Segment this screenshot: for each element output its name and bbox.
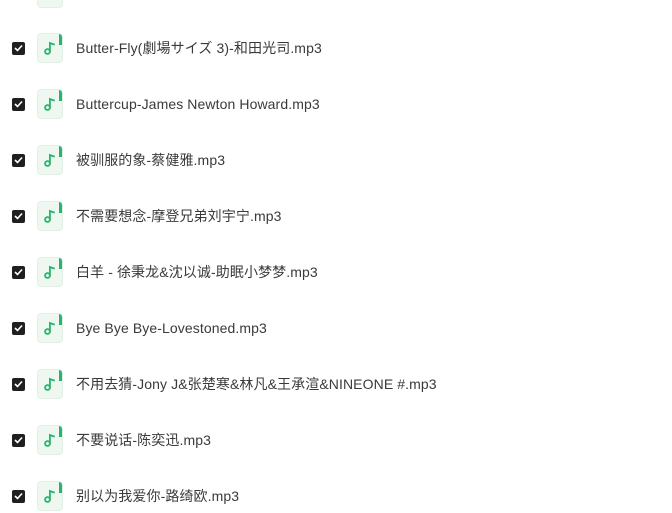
file-name: 不用去猜-Jony J&张楚寒&林凡&王承渲&NINEONE #.mp3 xyxy=(76,376,437,392)
file-list: Butter-Fly(劇場サイズ 3)-和田光司.mp3 Buttercup-J… xyxy=(0,0,672,513)
checkbox-checked[interactable] xyxy=(12,97,25,111)
list-item[interactable]: Buttercup-James Newton Howard.mp3 xyxy=(0,76,672,132)
checkbox-checked[interactable] xyxy=(12,265,25,279)
music-note-icon xyxy=(37,89,63,119)
file-name: Butter-Fly(劇場サイズ 3)-和田光司.mp3 xyxy=(76,40,322,56)
checkmark-icon xyxy=(14,212,23,220)
music-note-icon xyxy=(37,369,63,399)
checkmark-icon xyxy=(14,100,23,108)
checkmark-icon xyxy=(14,436,23,444)
music-note-icon xyxy=(37,481,63,511)
checkbox-checked[interactable] xyxy=(12,433,25,447)
music-note-icon xyxy=(37,33,63,63)
list-item-partial[interactable] xyxy=(0,0,672,8)
checkbox-checked[interactable] xyxy=(12,153,25,167)
file-name: Bye Bye Bye-Lovestoned.mp3 xyxy=(76,320,267,336)
music-note-icon xyxy=(37,145,63,175)
list-item[interactable]: 白羊 - 徐秉龙&沈以诚-助眠小梦梦.mp3 xyxy=(0,244,672,300)
checkmark-icon xyxy=(14,268,23,276)
checkmark-icon xyxy=(14,324,23,332)
music-file-icon xyxy=(37,0,63,8)
music-note-icon xyxy=(37,313,63,343)
checkmark-icon xyxy=(14,156,23,164)
checkbox-checked[interactable] xyxy=(12,41,25,55)
list-item[interactable]: 不需要想念-摩登兄弟刘宇宁.mp3 xyxy=(0,188,672,244)
checkbox-checked[interactable] xyxy=(12,377,25,391)
file-name: Buttercup-James Newton Howard.mp3 xyxy=(76,96,320,112)
list-item[interactable]: 别以为我爱你-路绮欧.mp3 xyxy=(0,468,672,513)
file-name: 不要说话-陈奕迅.mp3 xyxy=(76,432,211,448)
checkmark-icon xyxy=(14,380,23,388)
file-name: 不需要想念-摩登兄弟刘宇宁.mp3 xyxy=(76,208,282,224)
list-item[interactable]: Bye Bye Bye-Lovestoned.mp3 xyxy=(0,300,672,356)
list-item[interactable]: 被驯服的象-蔡健雅.mp3 xyxy=(0,132,672,188)
music-note-icon xyxy=(37,257,63,287)
music-note-icon xyxy=(37,425,63,455)
checkmark-icon xyxy=(14,44,23,52)
music-note-icon xyxy=(37,201,63,231)
file-name: 别以为我爱你-路绮欧.mp3 xyxy=(76,488,240,504)
file-name: 白羊 - 徐秉龙&沈以诚-助眠小梦梦.mp3 xyxy=(76,264,318,280)
list-item[interactable]: Butter-Fly(劇場サイズ 3)-和田光司.mp3 xyxy=(0,20,672,76)
checkbox-checked[interactable] xyxy=(12,321,25,335)
list-item[interactable]: 不用去猜-Jony J&张楚寒&林凡&王承渲&NINEONE #.mp3 xyxy=(0,356,672,412)
checkmark-icon xyxy=(14,492,23,500)
file-name: 被驯服的象-蔡健雅.mp3 xyxy=(76,152,226,168)
checkbox-checked[interactable] xyxy=(12,209,25,223)
checkbox-checked[interactable] xyxy=(12,489,25,503)
list-item[interactable]: 不要说话-陈奕迅.mp3 xyxy=(0,412,672,468)
